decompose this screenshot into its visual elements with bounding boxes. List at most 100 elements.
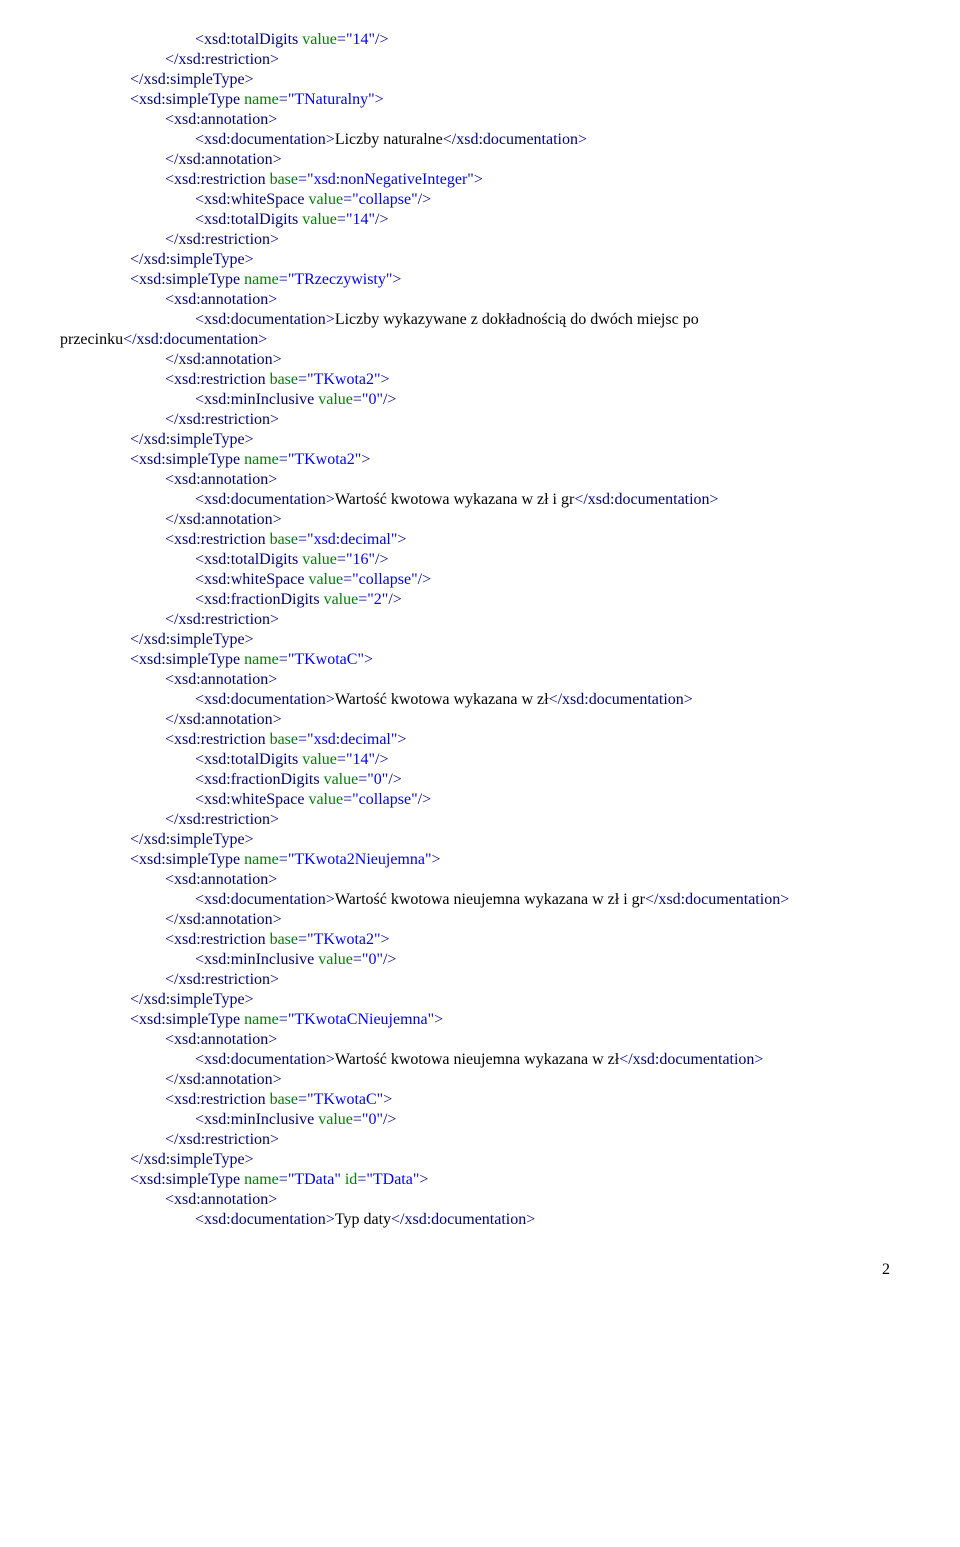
tag-token: /> bbox=[375, 211, 388, 228]
val-token: "14" bbox=[346, 31, 375, 48]
tag-token: <xsd:documentation> bbox=[195, 891, 335, 908]
tag-token: = bbox=[337, 211, 346, 228]
tag-token: = bbox=[279, 851, 288, 868]
code-line: <xsd:annotation> bbox=[30, 110, 900, 130]
tag-token: > bbox=[397, 731, 406, 748]
code-line: <xsd:documentation>Typ daty</xsd:documen… bbox=[30, 1210, 900, 1230]
code-line: <xsd:whiteSpace value="collapse"/> bbox=[30, 570, 900, 590]
code-line: </xsd:simpleType> bbox=[30, 430, 900, 450]
attr-token: base bbox=[266, 931, 298, 948]
code-line: <xsd:restriction base="xsd:nonNegativeIn… bbox=[30, 170, 900, 190]
attr-token: base bbox=[266, 731, 298, 748]
val-token: "TNaturalny" bbox=[288, 91, 375, 108]
tag-token: </xsd:simpleType> bbox=[130, 991, 254, 1008]
val-token: "xsd:decimal" bbox=[307, 531, 397, 548]
code-line: <xsd:simpleType name="TKwota2Nieujemna"> bbox=[30, 850, 900, 870]
code-line: <xsd:restriction base="TKwota2"> bbox=[30, 930, 900, 950]
tag-token: <xsd:minInclusive bbox=[195, 951, 314, 968]
code-line: </xsd:annotation> bbox=[30, 710, 900, 730]
code-line: <xsd:minInclusive value="0"/> bbox=[30, 390, 900, 410]
val-token: "14" bbox=[346, 751, 375, 768]
code-line: <xsd:documentation>Liczby wykazywane z d… bbox=[30, 310, 900, 330]
attr-token: base bbox=[266, 531, 298, 548]
tag-token: <xsd:annotation> bbox=[165, 291, 277, 308]
val-token: "xsd:decimal" bbox=[307, 731, 397, 748]
code-line: </xsd:restriction> bbox=[30, 410, 900, 430]
tag-token: > bbox=[364, 651, 373, 668]
tag-token: <xsd:annotation> bbox=[165, 111, 277, 128]
tag-token: <xsd:simpleType bbox=[130, 1011, 240, 1028]
code-line: </xsd:simpleType> bbox=[30, 630, 900, 650]
tag-token: = bbox=[358, 591, 367, 608]
code-line: <xsd:totalDigits value="14"/> bbox=[30, 750, 900, 770]
tag-token: <xsd:documentation> bbox=[195, 491, 335, 508]
code-line: <xsd:fractionDigits value="0"/> bbox=[30, 770, 900, 790]
val-token: "TKwota2" bbox=[307, 371, 381, 388]
tag-token: > bbox=[375, 91, 384, 108]
attr-token: name bbox=[240, 1011, 279, 1028]
code-line: <xsd:whiteSpace value="collapse"/> bbox=[30, 790, 900, 810]
code-line: <xsd:simpleType name="TKwotaCNieujemna"> bbox=[30, 1010, 900, 1030]
code-line: <xsd:restriction base="TKwota2"> bbox=[30, 370, 900, 390]
tag-token: /> bbox=[375, 751, 388, 768]
code-line: </xsd:annotation> bbox=[30, 150, 900, 170]
tag-token: <xsd:annotation> bbox=[165, 1031, 277, 1048]
tag-token: <xsd:documentation> bbox=[195, 691, 335, 708]
tag-token: </xsd:restriction> bbox=[165, 51, 279, 68]
tag-token: <xsd:annotation> bbox=[165, 471, 277, 488]
tag-token: </xsd:restriction> bbox=[165, 411, 279, 428]
code-line: <xsd:documentation>Wartość kwotowa wykaz… bbox=[30, 490, 900, 510]
tag-token: <xsd:fractionDigits bbox=[195, 771, 320, 788]
tag-token: = bbox=[279, 91, 288, 108]
code-line: <xsd:restriction base="TKwotaC"> bbox=[30, 1090, 900, 1110]
attr-token: value bbox=[320, 771, 359, 788]
attr-token: value bbox=[314, 951, 353, 968]
tag-token: <xsd:restriction bbox=[165, 1091, 266, 1108]
text-token: Wartość kwotowa nieujemna wykazana w zł bbox=[335, 1051, 619, 1068]
val-token: "0" bbox=[362, 951, 383, 968]
tag-token: </xsd:annotation> bbox=[165, 711, 282, 728]
text-token: Liczby wykazywane z dokładnością do dwóc… bbox=[335, 311, 699, 328]
tag-token: <xsd:documentation> bbox=[195, 311, 335, 328]
code-line: <xsd:annotation> bbox=[30, 290, 900, 310]
tag-token: = bbox=[357, 1171, 366, 1188]
attr-token: value bbox=[304, 571, 343, 588]
attr-token: name bbox=[240, 451, 279, 468]
tag-token: = bbox=[343, 791, 352, 808]
tag-token: = bbox=[353, 1111, 362, 1128]
tag-token: </xsd:documentation> bbox=[123, 331, 267, 348]
val-token: "TKwotaC" bbox=[307, 1091, 383, 1108]
tag-token: /> bbox=[388, 591, 401, 608]
val-token: "TRzeczywisty" bbox=[288, 271, 393, 288]
text-token: Wartość kwotowa nieujemna wykazana w zł … bbox=[335, 891, 645, 908]
tag-token: = bbox=[279, 451, 288, 468]
code-line: <xsd:totalDigits value="16"/> bbox=[30, 550, 900, 570]
tag-token: </xsd:documentation> bbox=[391, 1211, 535, 1228]
tag-token: </xsd:restriction> bbox=[165, 971, 279, 988]
tag-token: </xsd:simpleType> bbox=[130, 251, 254, 268]
tag-token: </xsd:restriction> bbox=[165, 231, 279, 248]
val-token: "TKwotaC" bbox=[288, 651, 364, 668]
tag-token: <xsd:totalDigits bbox=[195, 211, 298, 228]
tag-token: <xsd:minInclusive bbox=[195, 1111, 314, 1128]
tag-token: </xsd:documentation> bbox=[619, 1051, 763, 1068]
tag-token: > bbox=[361, 451, 370, 468]
tag-token: = bbox=[337, 551, 346, 568]
code-line: </xsd:annotation> bbox=[30, 910, 900, 930]
tag-token: <xsd:simpleType bbox=[130, 1171, 240, 1188]
tag-token: /> bbox=[388, 771, 401, 788]
code-line: <xsd:annotation> bbox=[30, 670, 900, 690]
page-number: 2 bbox=[30, 1230, 900, 1280]
tag-token: /> bbox=[418, 791, 431, 808]
code-line: </xsd:simpleType> bbox=[30, 990, 900, 1010]
code-line: <xsd:whiteSpace value="collapse"/> bbox=[30, 190, 900, 210]
tag-token: /> bbox=[375, 31, 388, 48]
attr-token: value bbox=[298, 751, 337, 768]
code-line: <xsd:annotation> bbox=[30, 1190, 900, 1210]
tag-token: = bbox=[298, 531, 307, 548]
tag-token: /> bbox=[383, 1111, 396, 1128]
attr-token: base bbox=[266, 371, 298, 388]
attr-token: name bbox=[240, 271, 279, 288]
code-line: <xsd:annotation> bbox=[30, 1030, 900, 1050]
text-token: Wartość kwotowa wykazana w zł i gr bbox=[335, 491, 575, 508]
